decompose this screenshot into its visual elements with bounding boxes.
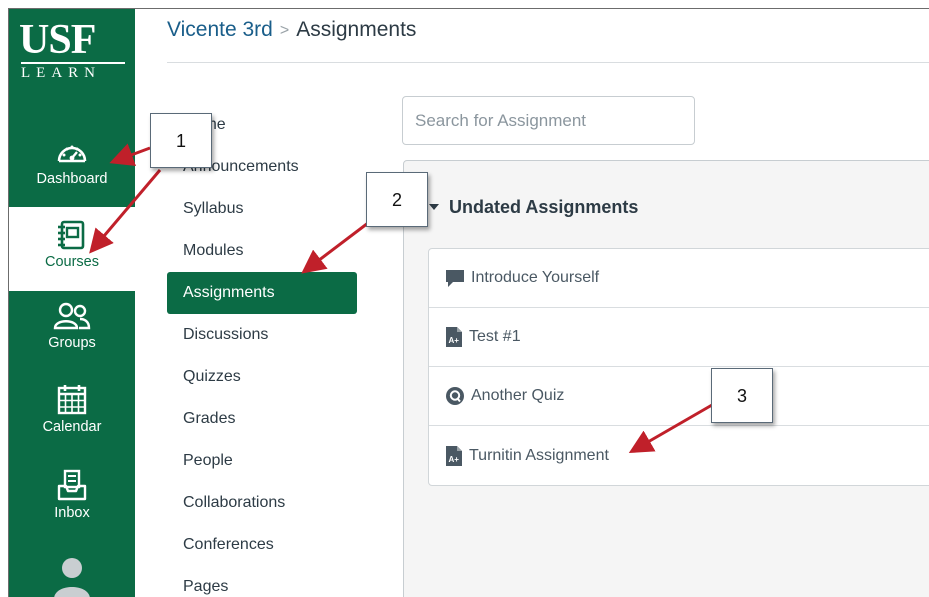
assignment-title[interactable]: Introduce Yourself [471,269,599,287]
callout-step-1: 1 [150,113,212,168]
assignment-row[interactable]: A+ Test #1 [429,308,929,367]
avatar-icon [54,558,90,597]
course-nav-modules[interactable]: Modules [167,230,357,272]
callout-step-3: 3 [711,368,773,423]
discussion-icon [446,270,464,287]
breadcrumb-course-link[interactable]: Vicente 3rd [167,18,273,41]
logo-rule [21,62,125,64]
inbox-icon [57,469,87,501]
search-assignment-input[interactable] [402,96,695,145]
dashboard-icon [57,145,87,163]
course-nav-discussions[interactable]: Discussions [167,314,357,356]
assignment-group-panel: Undated Assignments Introduce Yourself A… [403,160,929,597]
assignment-row[interactable]: Another Quiz [429,367,929,426]
quiz-icon [446,387,464,405]
global-nav-inbox-label: Inbox [54,505,90,521]
groups-icon [53,302,91,330]
global-nav-groups-label: Groups [48,335,96,351]
canvas-window: USF LEARN Dashboard Courses Groups Calen… [8,8,929,597]
svg-text:A+: A+ [449,455,460,464]
courses-icon [58,220,85,250]
course-nav-grades[interactable]: Grades [167,398,357,440]
course-nav-quizzes[interactable]: Quizzes [167,356,357,398]
header-divider [167,62,929,63]
usf-learn-logo[interactable]: USF LEARN [9,9,135,109]
course-nav-pages[interactable]: Pages [167,566,357,597]
global-nav-calendar-label: Calendar [42,419,102,435]
course-nav-syllabus[interactable]: Syllabus [167,188,357,230]
assignment-group-title: Undated Assignments [449,197,639,217]
assignment-row[interactable]: A+ Turnitin Assignment [429,426,929,485]
assignment-icon: A+ [446,445,462,466]
caret-down-icon [429,204,439,210]
global-nav-courses[interactable]: Courses [9,207,135,291]
global-nav-dashboard-label: Dashboard [36,171,108,187]
logo-usf-text: USF [19,17,96,63]
svg-text:A+: A+ [449,336,460,345]
global-nav: USF LEARN Dashboard Courses Groups Calen… [9,9,135,597]
assignment-title[interactable]: Turnitin Assignment [469,447,609,465]
course-nav-collaborations[interactable]: Collaborations [167,482,357,524]
assignment-list: Introduce Yourself A+ Test #1 Another Qu… [428,248,929,486]
global-nav-account[interactable] [9,555,135,597]
course-nav-assignments[interactable]: Assignments [167,272,357,314]
course-nav-people[interactable]: People [167,440,357,482]
breadcrumb: Vicente 3rd > Assignments [167,16,416,46]
global-nav-dashboard[interactable]: Dashboard [9,139,135,187]
logo-learn-text: LEARN [21,65,101,81]
course-nav-conferences[interactable]: Conferences [167,524,357,566]
global-nav-inbox[interactable]: Inbox [9,469,135,521]
assignment-row[interactable]: Introduce Yourself [429,249,929,308]
course-nav: Home Announcements Syllabus Modules Assi… [167,104,357,597]
callout-step-2: 2 [366,172,428,227]
assignment-group-header[interactable]: Undated Assignments [429,197,638,218]
global-nav-courses-label: Courses [45,254,99,270]
breadcrumb-current: Assignments [296,18,417,41]
global-nav-groups[interactable]: Groups [9,301,135,351]
assignment-title[interactable]: Another Quiz [471,387,564,405]
breadcrumb-separator: > [279,22,290,39]
global-nav-calendar[interactable]: Calendar [9,383,135,435]
assignment-icon: A+ [446,327,462,347]
assignment-title[interactable]: Test #1 [469,328,521,346]
calendar-icon [57,385,87,415]
